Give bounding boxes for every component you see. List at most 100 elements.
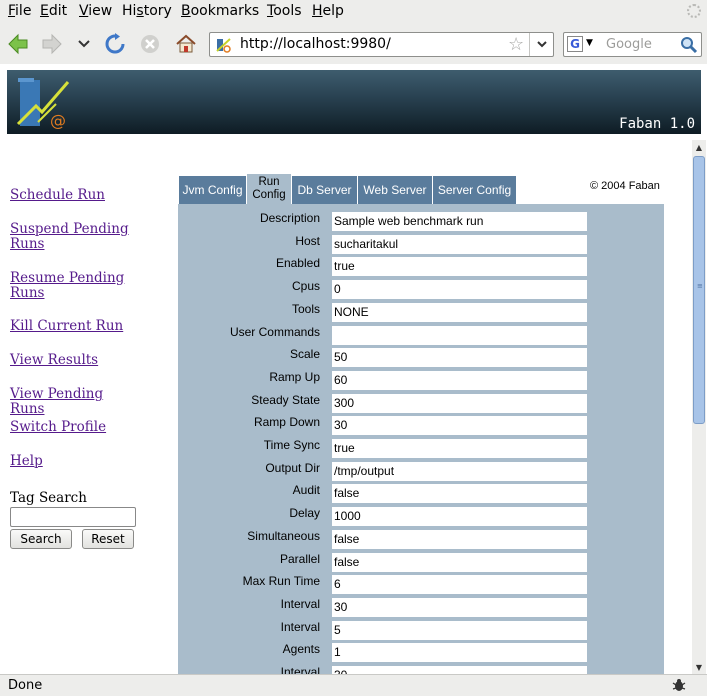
back-button[interactable]: [5, 31, 31, 57]
field-input[interactable]: true: [332, 439, 587, 458]
search-placeholder[interactable]: Google: [606, 37, 652, 52]
form-row: Enabled true: [178, 255, 664, 277]
menu-edit[interactable]: Edit: [40, 3, 67, 19]
menu-view[interactable]: View: [79, 3, 112, 19]
field-input[interactable]: 5: [332, 620, 587, 640]
scroll-down-icon[interactable]: ▼: [692, 660, 706, 674]
tab-web-server[interactable]: Web Server: [358, 176, 432, 204]
tag-search-label: Tag Search: [10, 490, 87, 506]
field-label: Host: [295, 233, 320, 248]
nav-view-pending-runs[interactable]: View Pending Runs: [10, 387, 140, 417]
form-row: Audit false: [178, 482, 664, 504]
reset-button[interactable]: Reset: [82, 529, 134, 549]
nav-schedule-run[interactable]: Schedule Run: [10, 188, 140, 203]
faban-banner: @ Faban 1.0: [7, 70, 701, 134]
form-row: Scale 50: [178, 346, 664, 368]
back-arrow-icon: [8, 33, 28, 55]
field-label: Scale: [289, 347, 320, 362]
url-dropdown-button[interactable]: [529, 33, 553, 56]
field-label: Simultaneous: [247, 528, 320, 543]
field-input[interactable]: 0: [332, 280, 587, 300]
tab-run-config[interactable]: Run Config: [247, 174, 291, 204]
nav-switch-profile[interactable]: Switch Profile: [10, 420, 140, 435]
form-row: Interval 5: [178, 619, 664, 640]
field-input[interactable]: 300: [332, 393, 587, 413]
chevron-down-icon: [78, 40, 90, 48]
field-input[interactable]: 1: [332, 643, 587, 663]
form-row: Ramp Down 30: [178, 414, 664, 436]
page-content: @ Faban 1.0 Schedule Run Suspend Pending…: [0, 64, 707, 674]
field-input[interactable]: [332, 325, 587, 345]
menu-history[interactable]: History: [122, 3, 172, 19]
menu-tools[interactable]: Tools: [267, 3, 302, 19]
form-row: Tools NONE: [178, 301, 664, 322]
bookmark-star-icon[interactable]: ☆: [508, 34, 524, 55]
form-row: Cpus 0: [178, 278, 664, 300]
search-bar[interactable]: G ▼ Google: [563, 32, 702, 57]
menu-help[interactable]: Help: [312, 3, 344, 19]
field-input[interactable]: NONE: [332, 302, 587, 322]
stop-button[interactable]: [137, 31, 163, 57]
search-button[interactable]: Search: [10, 529, 72, 549]
field-input[interactable]: true: [332, 257, 587, 277]
form-row: Agents 1: [178, 641, 664, 663]
tab-jvm-config[interactable]: Jvm Config: [179, 176, 246, 204]
chevron-down-icon: [536, 41, 547, 48]
field-input[interactable]: false: [332, 484, 587, 504]
scroll-thumb[interactable]: ≡: [693, 156, 705, 424]
address-bar[interactable]: http://localhost:9980/ ☆: [209, 32, 554, 57]
copyright-text: © 2004 Faban: [590, 180, 660, 192]
nav-resume-pending-runs[interactable]: Resume Pending Runs: [10, 271, 140, 301]
nav-help[interactable]: Help: [10, 454, 140, 469]
forward-button[interactable]: [39, 31, 65, 57]
home-button[interactable]: [173, 31, 199, 57]
form-row: Interval 30: [178, 664, 664, 674]
version-label: Faban 1.0: [619, 116, 695, 132]
tab-db-server[interactable]: Db Server: [292, 176, 357, 204]
menu-bookmarks[interactable]: Bookmarks: [181, 3, 259, 19]
field-input[interactable]: 6: [332, 575, 587, 595]
field-label: Ramp Down: [253, 415, 320, 430]
field-input[interactable]: 1000: [332, 507, 587, 527]
nav-suspend-pending-runs[interactable]: Suspend Pending Runs: [10, 222, 140, 252]
menu-bar: File Edit View History Bookmarks Tools H…: [0, 0, 707, 24]
bug-icon[interactable]: [671, 677, 687, 693]
field-label: Max Run Time: [242, 574, 320, 589]
status-bar: Done: [0, 674, 707, 696]
menu-file[interactable]: File: [8, 3, 31, 19]
field-input[interactable]: 60: [332, 370, 587, 390]
field-input[interactable]: 30: [332, 597, 587, 617]
field-input[interactable]: sucharitakul: [332, 234, 587, 254]
field-label: Interval: [280, 619, 320, 634]
field-input[interactable]: Sample web benchmark run: [332, 212, 587, 231]
field-input[interactable]: false: [332, 552, 587, 572]
history-dropdown-button[interactable]: [72, 31, 96, 57]
field-input[interactable]: false: [332, 529, 587, 549]
site-favicon-icon: [216, 38, 231, 53]
form-row: Max Run Time 6: [178, 573, 664, 595]
form-row: Parallel false: [178, 551, 664, 572]
field-label: Interval: [280, 596, 320, 611]
field-label: Cpus: [291, 279, 320, 294]
field-input[interactable]: /tmp/output: [332, 461, 587, 481]
tag-search-input[interactable]: [10, 507, 136, 527]
url-text[interactable]: http://localhost:9980/: [240, 36, 391, 52]
reload-button[interactable]: [102, 31, 128, 57]
field-input[interactable]: 30: [332, 416, 587, 436]
run-config-form: Description Sample web benchmark run Host s…: [178, 204, 664, 674]
form-row: Interval 30: [178, 596, 664, 617]
field-input[interactable]: 50: [332, 348, 587, 368]
engine-dropdown-icon[interactable]: ▼: [586, 38, 593, 48]
form-row: Steady State 300: [178, 392, 664, 413]
vertical-scrollbar[interactable]: ▲ ≡ ▼: [692, 140, 706, 674]
faban-logo-icon: @: [16, 78, 70, 130]
google-engine-icon[interactable]: G: [567, 36, 583, 52]
nav-kill-current-run[interactable]: Kill Current Run: [10, 319, 140, 334]
reload-icon: [105, 33, 125, 54]
nav-view-results[interactable]: View Results: [10, 353, 140, 368]
tab-server-config[interactable]: Server Config: [433, 176, 516, 204]
field-input[interactable]: 30: [332, 666, 587, 674]
form-row: Description Sample web benchmark run: [178, 210, 664, 231]
search-icon[interactable]: [680, 36, 698, 54]
scroll-up-icon[interactable]: ▲: [692, 140, 706, 154]
